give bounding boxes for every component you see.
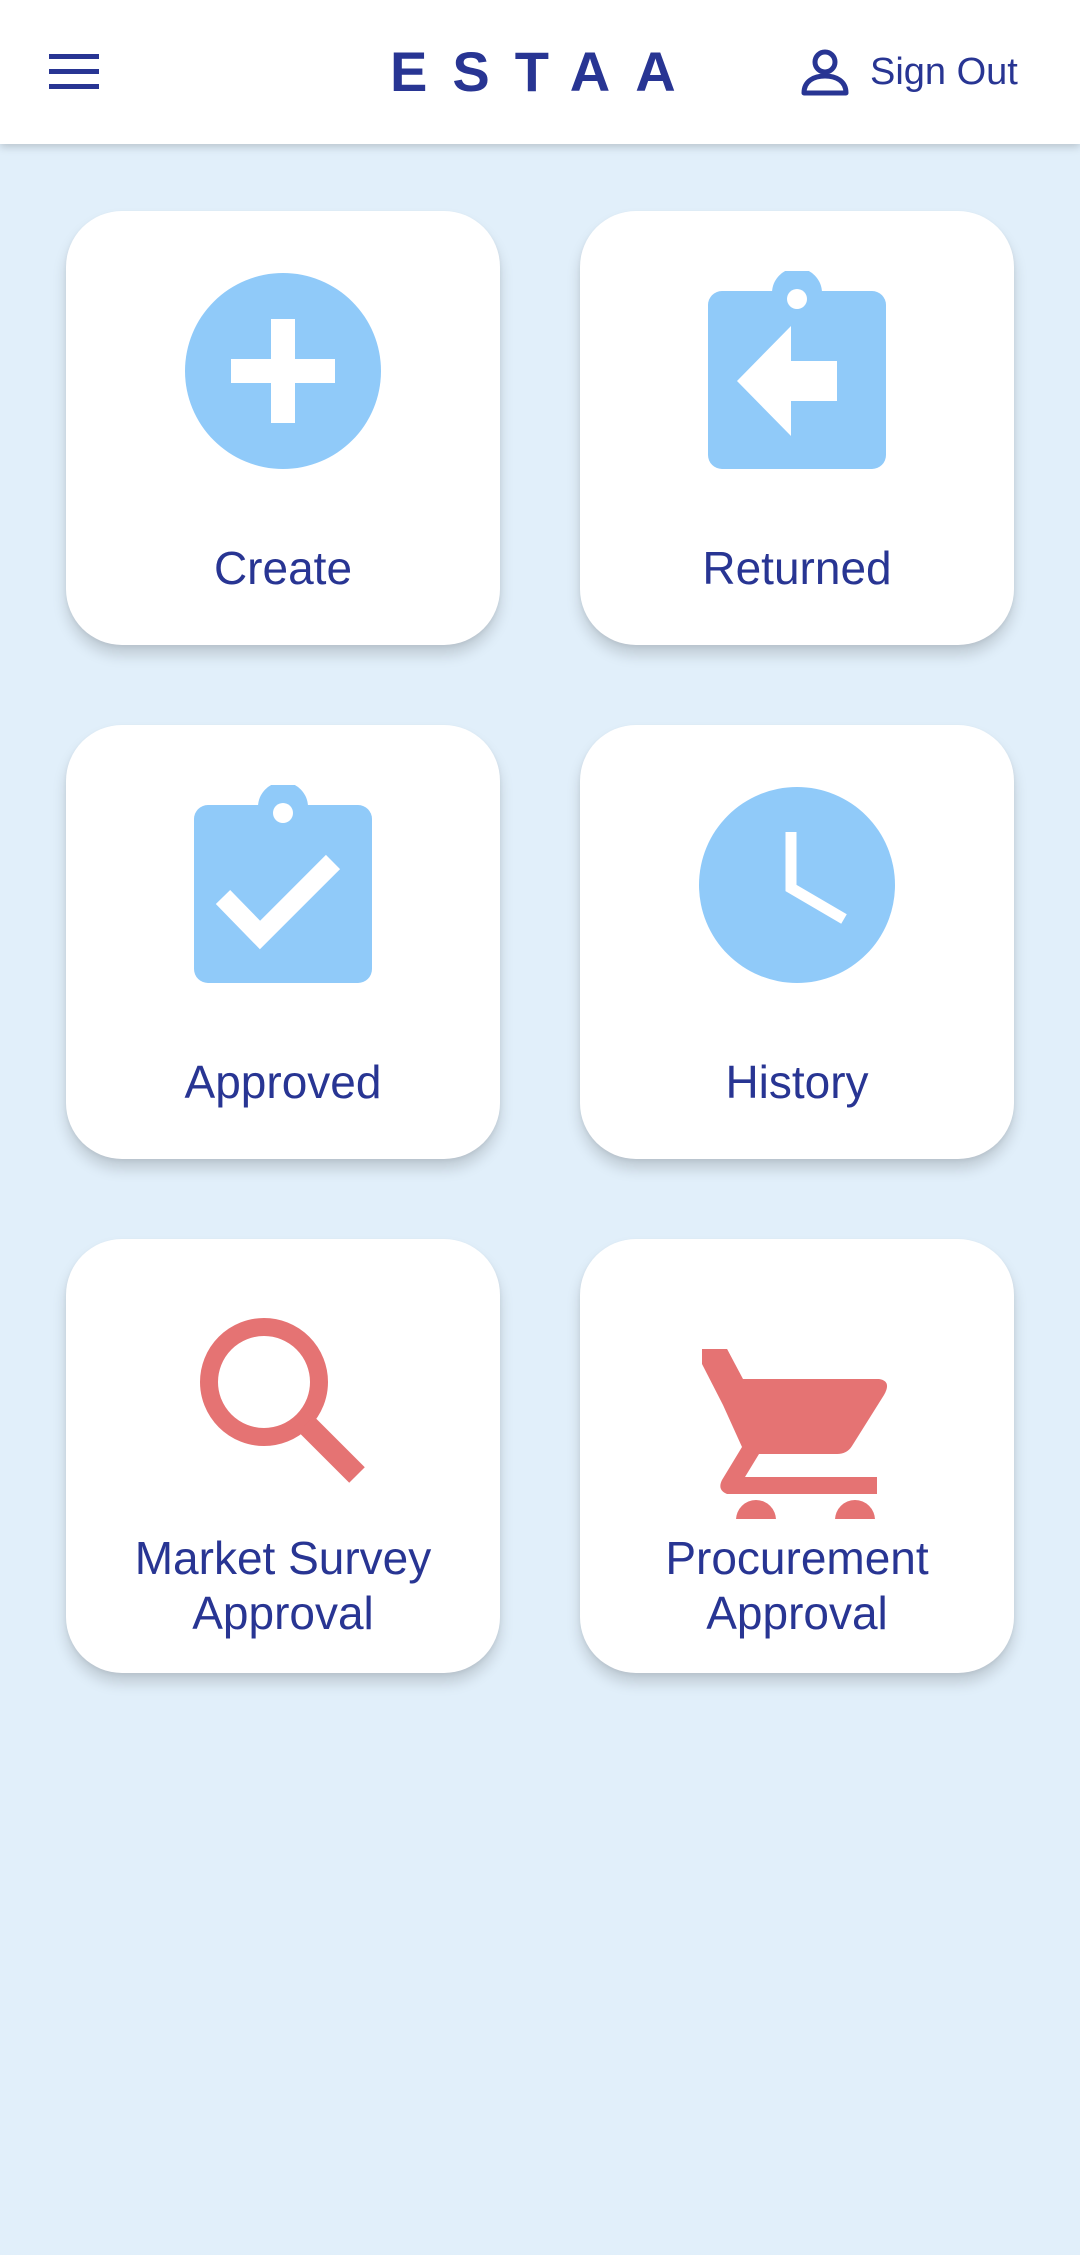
procurement-label-line2: Approval <box>706 1587 888 1639</box>
approved-tile[interactable]: Approved <box>66 725 500 1159</box>
sign-out-button[interactable]: Sign Out <box>800 40 1018 104</box>
history-tile[interactable]: History <box>580 725 1014 1159</box>
market-survey-label-line1: Market Survey <box>134 1532 432 1584</box>
market-survey-approval-tile[interactable]: Market Survey Approval <box>66 1239 500 1673</box>
procurement-approval-tile[interactable]: Procurement Approval <box>580 1239 1014 1673</box>
create-tile[interactable]: Create <box>66 211 500 645</box>
returned-label: Returned <box>702 542 892 594</box>
clipboard-check-icon <box>194 785 372 983</box>
market-survey-label-line2: Approval <box>192 1587 374 1639</box>
approved-label: Approved <box>184 1056 382 1108</box>
clipboard-return-icon <box>708 271 886 469</box>
add-circle-icon <box>185 273 381 469</box>
history-label: History <box>725 1056 869 1108</box>
shopping-cart-icon <box>702 1349 888 1519</box>
search-icon <box>200 1318 365 1483</box>
app-title: ESTAA <box>390 40 701 103</box>
app-bar: ESTAA Sign Out <box>0 0 1080 144</box>
returned-tile[interactable]: Returned <box>580 211 1014 645</box>
procurement-label-line1: Procurement <box>665 1532 929 1584</box>
menu-button[interactable] <box>38 42 110 102</box>
hamburger-menu-icon <box>49 54 99 89</box>
create-label: Create <box>213 542 353 594</box>
sign-out-label: Sign Out <box>870 50 1018 93</box>
person-outline-icon <box>801 49 849 96</box>
clock-icon <box>699 787 895 983</box>
